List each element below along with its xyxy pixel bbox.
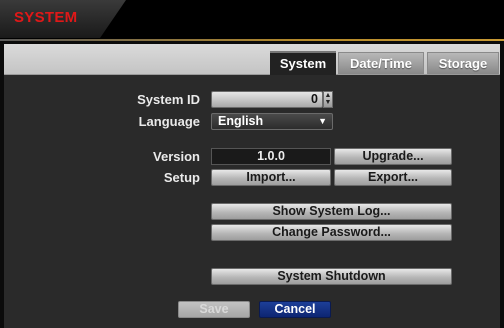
system-settings-body: System ID 0 ▲ ▼ Language English ▼ Versio…: [4, 75, 500, 328]
chevron-down-icon: ▼: [318, 116, 327, 126]
tab-date-time[interactable]: Date/Time: [338, 52, 424, 74]
tab-storage[interactable]: Storage: [427, 52, 499, 74]
tab-strip: System Date/Time Storage: [4, 44, 500, 75]
language-dropdown[interactable]: English ▼: [211, 113, 333, 130]
setup-label: Setup: [163, 170, 200, 185]
export-button[interactable]: Export...: [334, 169, 452, 186]
version-label: Version: [153, 149, 200, 164]
system-id-spinner-icon[interactable]: ▲ ▼: [323, 91, 333, 108]
system-id-input[interactable]: 0: [211, 91, 323, 108]
version-field: 1.0.0: [211, 148, 331, 165]
tab-system[interactable]: System: [270, 51, 336, 75]
upgrade-button[interactable]: Upgrade...: [334, 148, 452, 165]
title-bar: SYSTEM: [0, 0, 504, 41]
system-id-label: System ID: [137, 92, 200, 107]
show-system-log-button[interactable]: Show System Log...: [211, 203, 452, 220]
cancel-button[interactable]: Cancel: [259, 301, 331, 318]
language-value: English: [218, 114, 264, 128]
system-shutdown-button[interactable]: System Shutdown: [211, 268, 452, 285]
change-password-button[interactable]: Change Password...: [211, 224, 452, 241]
window-title: SYSTEM: [14, 9, 78, 26]
settings-panel: System Date/Time Storage System ID 0 ▲ ▼ …: [4, 44, 500, 328]
save-button[interactable]: Save: [178, 301, 250, 318]
language-label: Language: [138, 114, 200, 129]
title-divider: [0, 39, 504, 41]
import-button[interactable]: Import...: [211, 169, 331, 186]
